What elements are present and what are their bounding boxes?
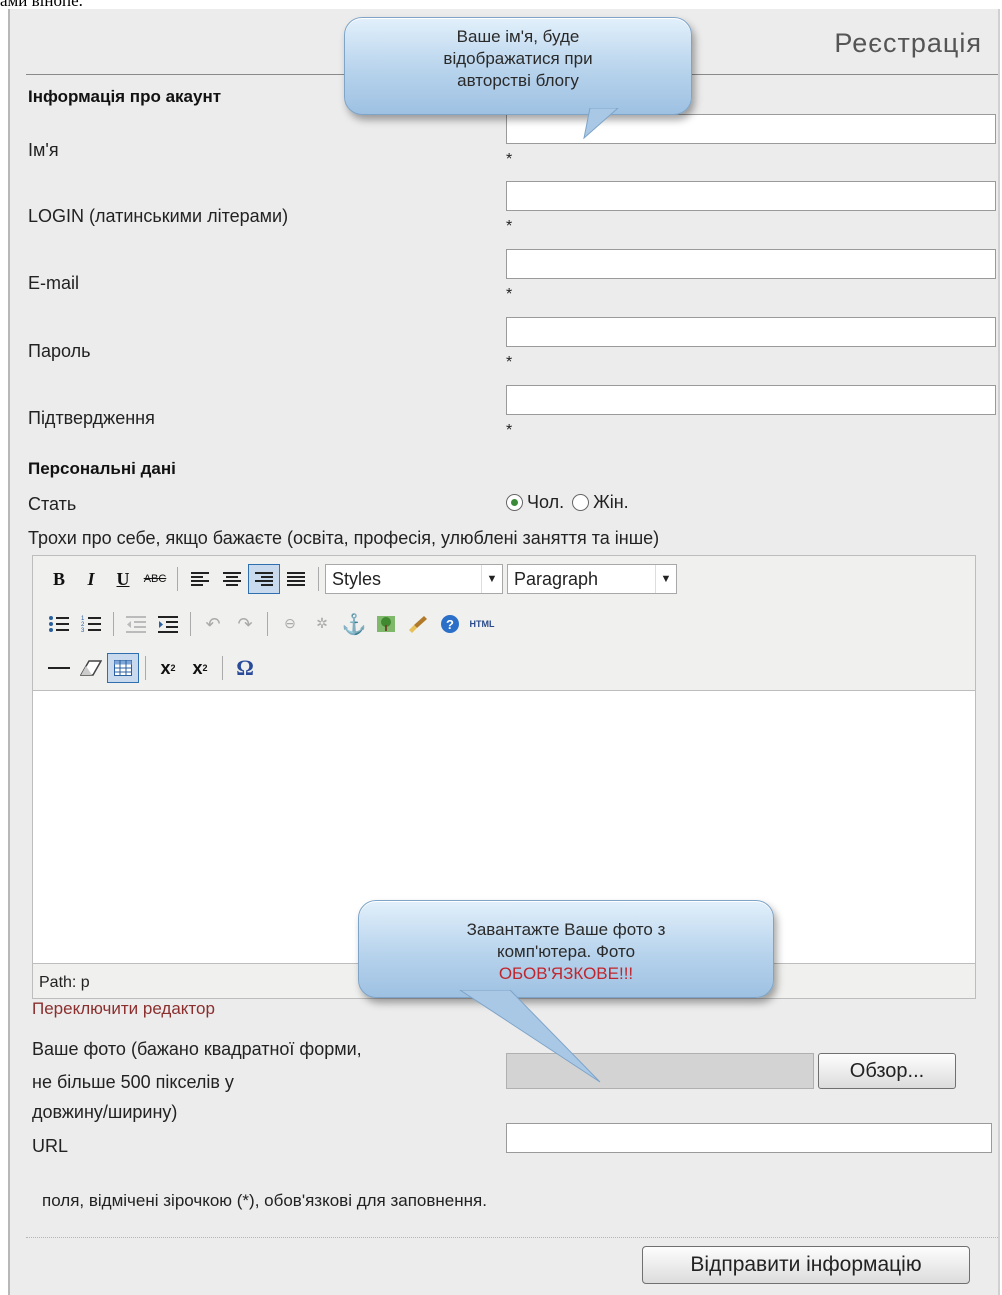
login-field[interactable] bbox=[506, 181, 996, 211]
cleanup-icon[interactable] bbox=[402, 609, 434, 639]
toolbar-separator bbox=[318, 567, 319, 591]
male-radio[interactable] bbox=[506, 494, 523, 511]
browse-button[interactable]: Обзор... bbox=[818, 1053, 956, 1089]
strikethrough-icon[interactable]: ABC bbox=[139, 564, 171, 594]
chevron-down-icon: ▼ bbox=[655, 565, 676, 593]
editor-path: Path: p bbox=[39, 974, 90, 991]
toolbar-separator bbox=[177, 567, 178, 591]
confirm-label: Підтвердження bbox=[28, 408, 155, 428]
toolbar-separator bbox=[190, 612, 191, 636]
align-left-icon[interactable] bbox=[184, 564, 216, 594]
password-field[interactable] bbox=[506, 317, 996, 347]
chevron-down-icon: ▼ bbox=[481, 565, 502, 593]
name-label: Ім'я bbox=[28, 140, 59, 160]
email-field[interactable] bbox=[506, 249, 996, 279]
special-char-icon[interactable]: Ω bbox=[229, 653, 261, 683]
svg-text:3: 3 bbox=[81, 628, 85, 633]
toggle-editor-link[interactable]: Переключити редактор bbox=[32, 999, 215, 1019]
styles-select-value: Styles bbox=[332, 568, 382, 589]
photo-label-line1: Ваше фото (бажано квадратної форми, bbox=[32, 1039, 362, 1059]
required-note: поля, відмічені зірочкою (*), обов'язков… bbox=[42, 1191, 487, 1210]
name-required-mark: * bbox=[506, 151, 513, 168]
svg-text:?: ? bbox=[446, 617, 454, 632]
name-hint-line3: авторстві блогу bbox=[457, 71, 579, 90]
photo-label-line3: довжину/ширину) bbox=[32, 1102, 178, 1122]
confirm-required-mark: * bbox=[506, 422, 513, 439]
redo-icon[interactable]: ↷ bbox=[229, 609, 261, 639]
url-label: URL bbox=[32, 1136, 69, 1156]
numbered-list-icon[interactable]: 123 bbox=[75, 609, 107, 639]
footer-divider bbox=[26, 1237, 998, 1238]
photo-hint-line1: Завантажте Ваше фото з bbox=[466, 920, 666, 939]
radio-selected-dot bbox=[511, 499, 518, 506]
login-required-mark: * bbox=[506, 218, 513, 235]
toolbar-separator bbox=[222, 656, 223, 680]
female-radio[interactable] bbox=[572, 494, 590, 511]
photo-hint-line2: комп'ютера. Фото bbox=[496, 942, 636, 961]
submit-button[interactable]: Відправити інформацію bbox=[642, 1246, 970, 1284]
name-hint-callout: Ваше ім'я, буде відображатися при авторс… bbox=[344, 17, 692, 115]
name-hint-pointer bbox=[583, 108, 619, 140]
registration-form: Реєстрація Інформація про акаунт Ім'я * … bbox=[8, 9, 1000, 1295]
link-icon[interactable]: ⊖ bbox=[274, 609, 306, 639]
html-icon[interactable]: HTML bbox=[466, 609, 498, 639]
horizontal-rule-icon[interactable] bbox=[43, 653, 75, 683]
email-required-mark: * bbox=[506, 286, 513, 303]
align-center-icon[interactable] bbox=[216, 564, 248, 594]
help-icon[interactable]: ? bbox=[434, 609, 466, 639]
login-label: LOGIN (латинськими літерами) bbox=[28, 206, 289, 226]
format-select[interactable]: Paragraph ▼ bbox=[507, 564, 677, 594]
name-hint-line1: Ваше ім'я, буде bbox=[456, 27, 580, 46]
align-right-icon[interactable] bbox=[248, 564, 280, 594]
about-label: Трохи про себе, якщо бажаєте (освіта, пр… bbox=[28, 528, 660, 548]
subscript-icon[interactable]: x2 bbox=[152, 653, 184, 683]
photo-hint-callout: Завантажте Ваше фото з комп'ютера. Фото … bbox=[358, 900, 774, 998]
gender-label: Стать bbox=[28, 494, 77, 514]
editor-toolbar-row-3: x2 x2 Ω bbox=[43, 653, 261, 683]
outdent-icon[interactable] bbox=[120, 609, 152, 639]
underline-icon[interactable]: U bbox=[107, 564, 139, 594]
remove-format-icon[interactable] bbox=[75, 653, 107, 683]
photo-hint-line3: ОБОВ'ЯЗКОВЕ!!! bbox=[498, 964, 634, 983]
personal-section-heading: Персональні дані bbox=[28, 459, 176, 478]
account-section-heading: Інформація про акаунт bbox=[28, 87, 222, 106]
photo-label-line2: не більше 500 пікселів у bbox=[32, 1072, 234, 1092]
styles-select[interactable]: Styles ▼ bbox=[325, 564, 503, 594]
email-label: E-mail bbox=[28, 273, 80, 293]
image-icon[interactable] bbox=[370, 609, 402, 639]
password-required-mark: * bbox=[506, 354, 513, 371]
superscript-icon[interactable]: x2 bbox=[184, 653, 216, 683]
editor-toolbar-row-1: B I U ABC Styles ▼ Paragraph ▼ bbox=[43, 564, 677, 594]
female-label: Жін. bbox=[593, 492, 629, 512]
format-select-value: Paragraph bbox=[514, 568, 599, 589]
toolbar-separator bbox=[145, 656, 146, 680]
table-icon[interactable] bbox=[107, 653, 139, 683]
bold-icon[interactable]: B bbox=[43, 564, 75, 594]
gender-radio-group: Чол. Жін. bbox=[506, 492, 629, 513]
align-justify-icon[interactable] bbox=[280, 564, 312, 594]
photo-hint-pointer bbox=[459, 990, 601, 1083]
indent-icon[interactable] bbox=[152, 609, 184, 639]
anchor-icon[interactable]: ⚓ bbox=[338, 609, 370, 639]
toolbar-separator bbox=[267, 612, 268, 636]
password-label: Пароль bbox=[28, 341, 91, 361]
male-label: Чол. bbox=[527, 492, 565, 512]
undo-icon[interactable]: ↶ bbox=[197, 609, 229, 639]
unlink-icon[interactable]: ✲ bbox=[306, 609, 338, 639]
confirm-password-field[interactable] bbox=[506, 385, 996, 415]
url-field[interactable] bbox=[506, 1123, 992, 1153]
name-hint-line2: відображатися при bbox=[443, 49, 593, 68]
italic-icon[interactable]: I bbox=[75, 564, 107, 594]
form-title: Реєстрація bbox=[834, 28, 982, 58]
editor-toolbar-row-2: 123 ↶ ↷ ⊖ ✲ ⚓ ? HTML bbox=[43, 609, 498, 639]
bullet-list-icon[interactable] bbox=[43, 609, 75, 639]
toolbar-separator bbox=[113, 612, 114, 636]
